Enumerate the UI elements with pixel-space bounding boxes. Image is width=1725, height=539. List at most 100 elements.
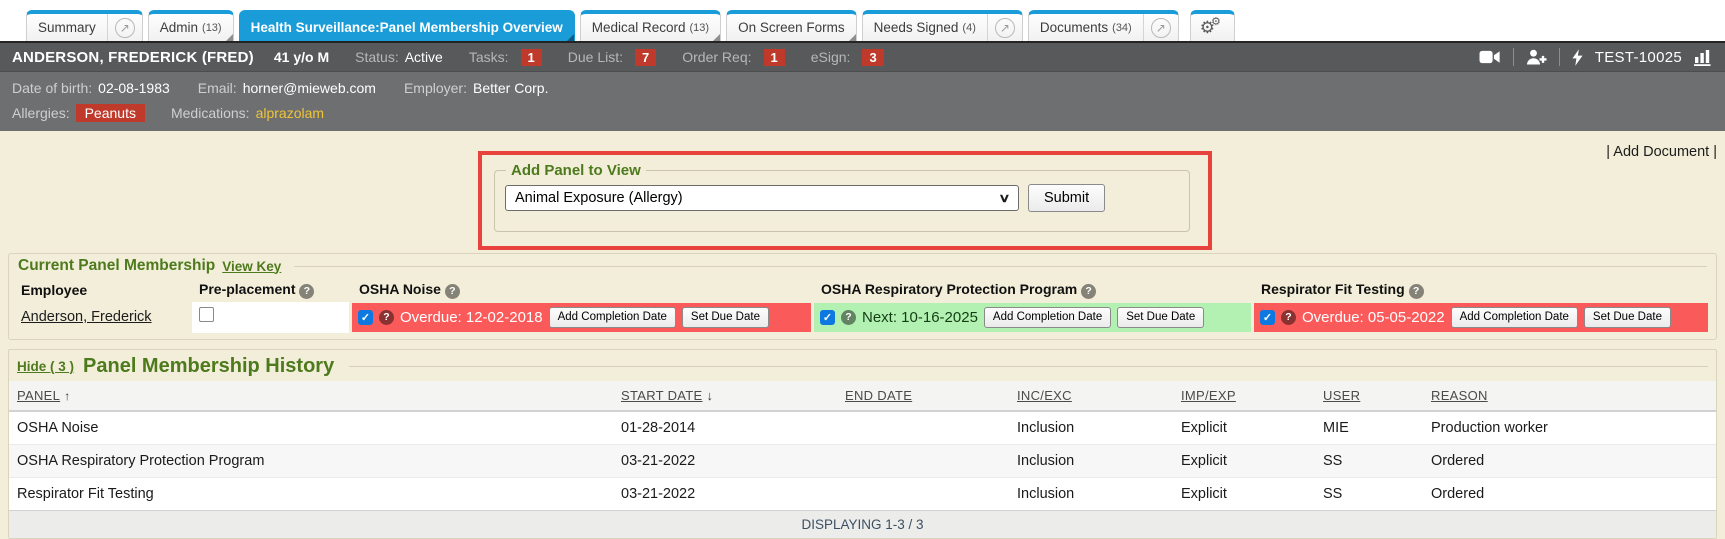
main-content: | Add Document | Add Panel to View Anima… bbox=[0, 131, 1725, 539]
open-new-window-button[interactable]: ↗ bbox=[107, 14, 142, 41]
help-icon[interactable]: ? bbox=[379, 310, 394, 325]
sort-link[interactable]: PANEL bbox=[17, 388, 60, 403]
tab-needs-signed[interactable]: Needs Signed (4) ↗ bbox=[862, 10, 1023, 41]
end-date-cell bbox=[837, 478, 1009, 511]
add-document-link[interactable]: Add Document bbox=[1613, 144, 1709, 160]
tab-count: (13) bbox=[690, 22, 710, 34]
dropdown-corner-icon bbox=[226, 34, 233, 41]
tab-on-screen-forms[interactable]: On Screen Forms bbox=[726, 10, 857, 41]
external-link-icon: ↗ bbox=[1151, 18, 1171, 38]
column-header-osha-noise: OSHA Noise ? bbox=[352, 277, 814, 302]
tasks-count-badge[interactable]: 1 bbox=[521, 49, 542, 66]
open-new-window-button[interactable]: ↗ bbox=[1143, 14, 1178, 41]
panel-cell: OSHA Noise bbox=[9, 411, 613, 445]
help-icon[interactable]: ? bbox=[1081, 284, 1096, 299]
dropdown-corner-icon bbox=[567, 34, 574, 41]
tab-label: Admin bbox=[160, 20, 198, 35]
tab-summary[interactable]: Summary ↗ bbox=[26, 10, 143, 41]
status-text: Overdue: 05-05-2022 bbox=[1302, 309, 1445, 326]
respirator-fit-status-cell: ✓ ? Overdue: 05-05-2022 Add Completion D… bbox=[1254, 302, 1711, 333]
employee-link[interactable]: Anderson, Frederick bbox=[21, 309, 152, 325]
section-title: Panel Membership History bbox=[83, 355, 334, 378]
view-key-link[interactable]: View Key bbox=[222, 259, 281, 274]
check-icon: ✓ bbox=[361, 311, 370, 324]
tab-medical-record[interactable]: Medical Record (13) bbox=[580, 10, 721, 41]
patient-demographics-bar: Date of birth: 02-08-1983 Email: horner@… bbox=[0, 71, 1725, 131]
lightning-bolt-icon[interactable] bbox=[1572, 49, 1583, 66]
medications-label: Medications: bbox=[171, 105, 250, 121]
tab-count: (13) bbox=[202, 22, 222, 34]
set-due-date-button[interactable]: Set Due Date bbox=[1117, 307, 1204, 328]
order-req-count-badge[interactable]: 1 bbox=[764, 49, 785, 66]
due-list-count-badge[interactable]: 7 bbox=[635, 49, 656, 66]
column-header-user: USER bbox=[1315, 381, 1423, 411]
allergy-badge[interactable]: Peanuts bbox=[76, 104, 145, 122]
column-header-reason: REASON bbox=[1423, 381, 1716, 411]
column-header-end-date: END DATE bbox=[837, 381, 1009, 411]
status-value: Active bbox=[405, 49, 443, 65]
panel-select-value: Animal Exposure (Allergy) bbox=[515, 190, 683, 206]
add-completion-date-button[interactable]: Add Completion Date bbox=[984, 307, 1111, 328]
reason-cell: Ordered bbox=[1423, 445, 1716, 478]
column-header-imp-exp: IMP/EXP bbox=[1173, 381, 1315, 411]
tab-documents[interactable]: Documents (34) ↗ bbox=[1028, 10, 1179, 41]
panel-checkbox[interactable]: ✓ bbox=[820, 310, 835, 325]
column-header-respirator-fit: Respirator Fit Testing ? bbox=[1254, 277, 1711, 302]
help-icon[interactable]: ? bbox=[299, 284, 314, 299]
sort-link[interactable]: END DATE bbox=[845, 388, 912, 403]
osha-noise-status-cell: ✓ ? Overdue: 12-02-2018 Add Completion D… bbox=[352, 302, 814, 333]
membership-row: Anderson, Frederick ✓ ? Overdue: 12-02-2… bbox=[14, 302, 1711, 333]
panel-select[interactable]: Animal Exposure (Allergy) ∨ bbox=[505, 185, 1019, 211]
check-icon: ✓ bbox=[1263, 311, 1272, 324]
add-completion-date-button[interactable]: Add Completion Date bbox=[1451, 307, 1578, 328]
sort-link[interactable]: REASON bbox=[1431, 388, 1488, 403]
set-due-date-button[interactable]: Set Due Date bbox=[1584, 307, 1671, 328]
help-icon[interactable]: ? bbox=[1409, 284, 1424, 299]
open-new-window-button[interactable]: ↗ bbox=[987, 14, 1022, 41]
video-camera-icon[interactable] bbox=[1479, 50, 1501, 64]
panel-membership-history-section: Hide ( 3 ) Panel Membership History PANE… bbox=[8, 349, 1717, 539]
history-row: Respirator Fit Testing 03-21-2022 Inclus… bbox=[9, 478, 1716, 511]
divider bbox=[1559, 48, 1560, 66]
email-label: Email: bbox=[198, 80, 237, 96]
panel-cell: Respirator Fit Testing bbox=[9, 478, 613, 511]
sort-desc-icon: ↓ bbox=[707, 388, 714, 403]
submit-button[interactable]: Submit bbox=[1028, 184, 1105, 212]
esign-count-badge[interactable]: 3 bbox=[862, 49, 883, 66]
user-cell: SS bbox=[1315, 478, 1423, 511]
pre-placement-checkbox[interactable] bbox=[199, 307, 214, 322]
set-due-date-button[interactable]: Set Due Date bbox=[682, 307, 769, 328]
add-completion-date-button[interactable]: Add Completion Date bbox=[549, 307, 676, 328]
add-person-icon[interactable] bbox=[1526, 49, 1547, 65]
column-header-inc-exc: INC/EXC bbox=[1009, 381, 1173, 411]
dob-value: 02-08-1983 bbox=[98, 80, 170, 96]
column-header-panel: PANEL ↑ bbox=[9, 381, 613, 411]
bar-chart-icon[interactable] bbox=[1694, 49, 1713, 66]
pre-placement-cell bbox=[192, 302, 352, 333]
panel-checkbox[interactable]: ✓ bbox=[358, 310, 373, 325]
panel-checkbox[interactable]: ✓ bbox=[1260, 310, 1275, 325]
sort-link[interactable]: IMP/EXP bbox=[1181, 388, 1236, 403]
medications-value[interactable]: alprazolam bbox=[256, 105, 324, 121]
panel-cell: OSHA Respiratory Protection Program bbox=[9, 445, 613, 478]
tab-label: Summary bbox=[38, 20, 96, 35]
start-date-cell: 03-21-2022 bbox=[613, 445, 837, 478]
divider bbox=[294, 266, 1707, 267]
sort-link[interactable]: INC/EXC bbox=[1017, 388, 1072, 403]
tab-health-surveillance-panel-membership-overview[interactable]: Health Surveillance:Panel Membership Ove… bbox=[239, 10, 575, 41]
esign-label: eSign: bbox=[811, 49, 851, 65]
hide-link[interactable]: Hide ( 3 ) bbox=[17, 359, 74, 374]
sort-link[interactable]: USER bbox=[1323, 388, 1360, 403]
tab-settings[interactable]: ⚙ ⚙ bbox=[1190, 10, 1235, 41]
pipe: | bbox=[1709, 144, 1717, 160]
due-list-label: Due List: bbox=[568, 49, 623, 65]
start-date-cell: 01-28-2014 bbox=[613, 411, 837, 445]
sort-link[interactable]: START DATE bbox=[621, 388, 703, 403]
tab-admin[interactable]: Admin (13) bbox=[148, 10, 234, 41]
allergies-label: Allergies: bbox=[12, 105, 70, 121]
help-icon[interactable]: ? bbox=[841, 310, 856, 325]
help-icon[interactable]: ? bbox=[445, 284, 460, 299]
dropdown-corner-icon bbox=[849, 34, 856, 41]
current-panel-membership-section: Current Panel Membership View Key Employ… bbox=[8, 253, 1717, 340]
help-icon[interactable]: ? bbox=[1281, 310, 1296, 325]
